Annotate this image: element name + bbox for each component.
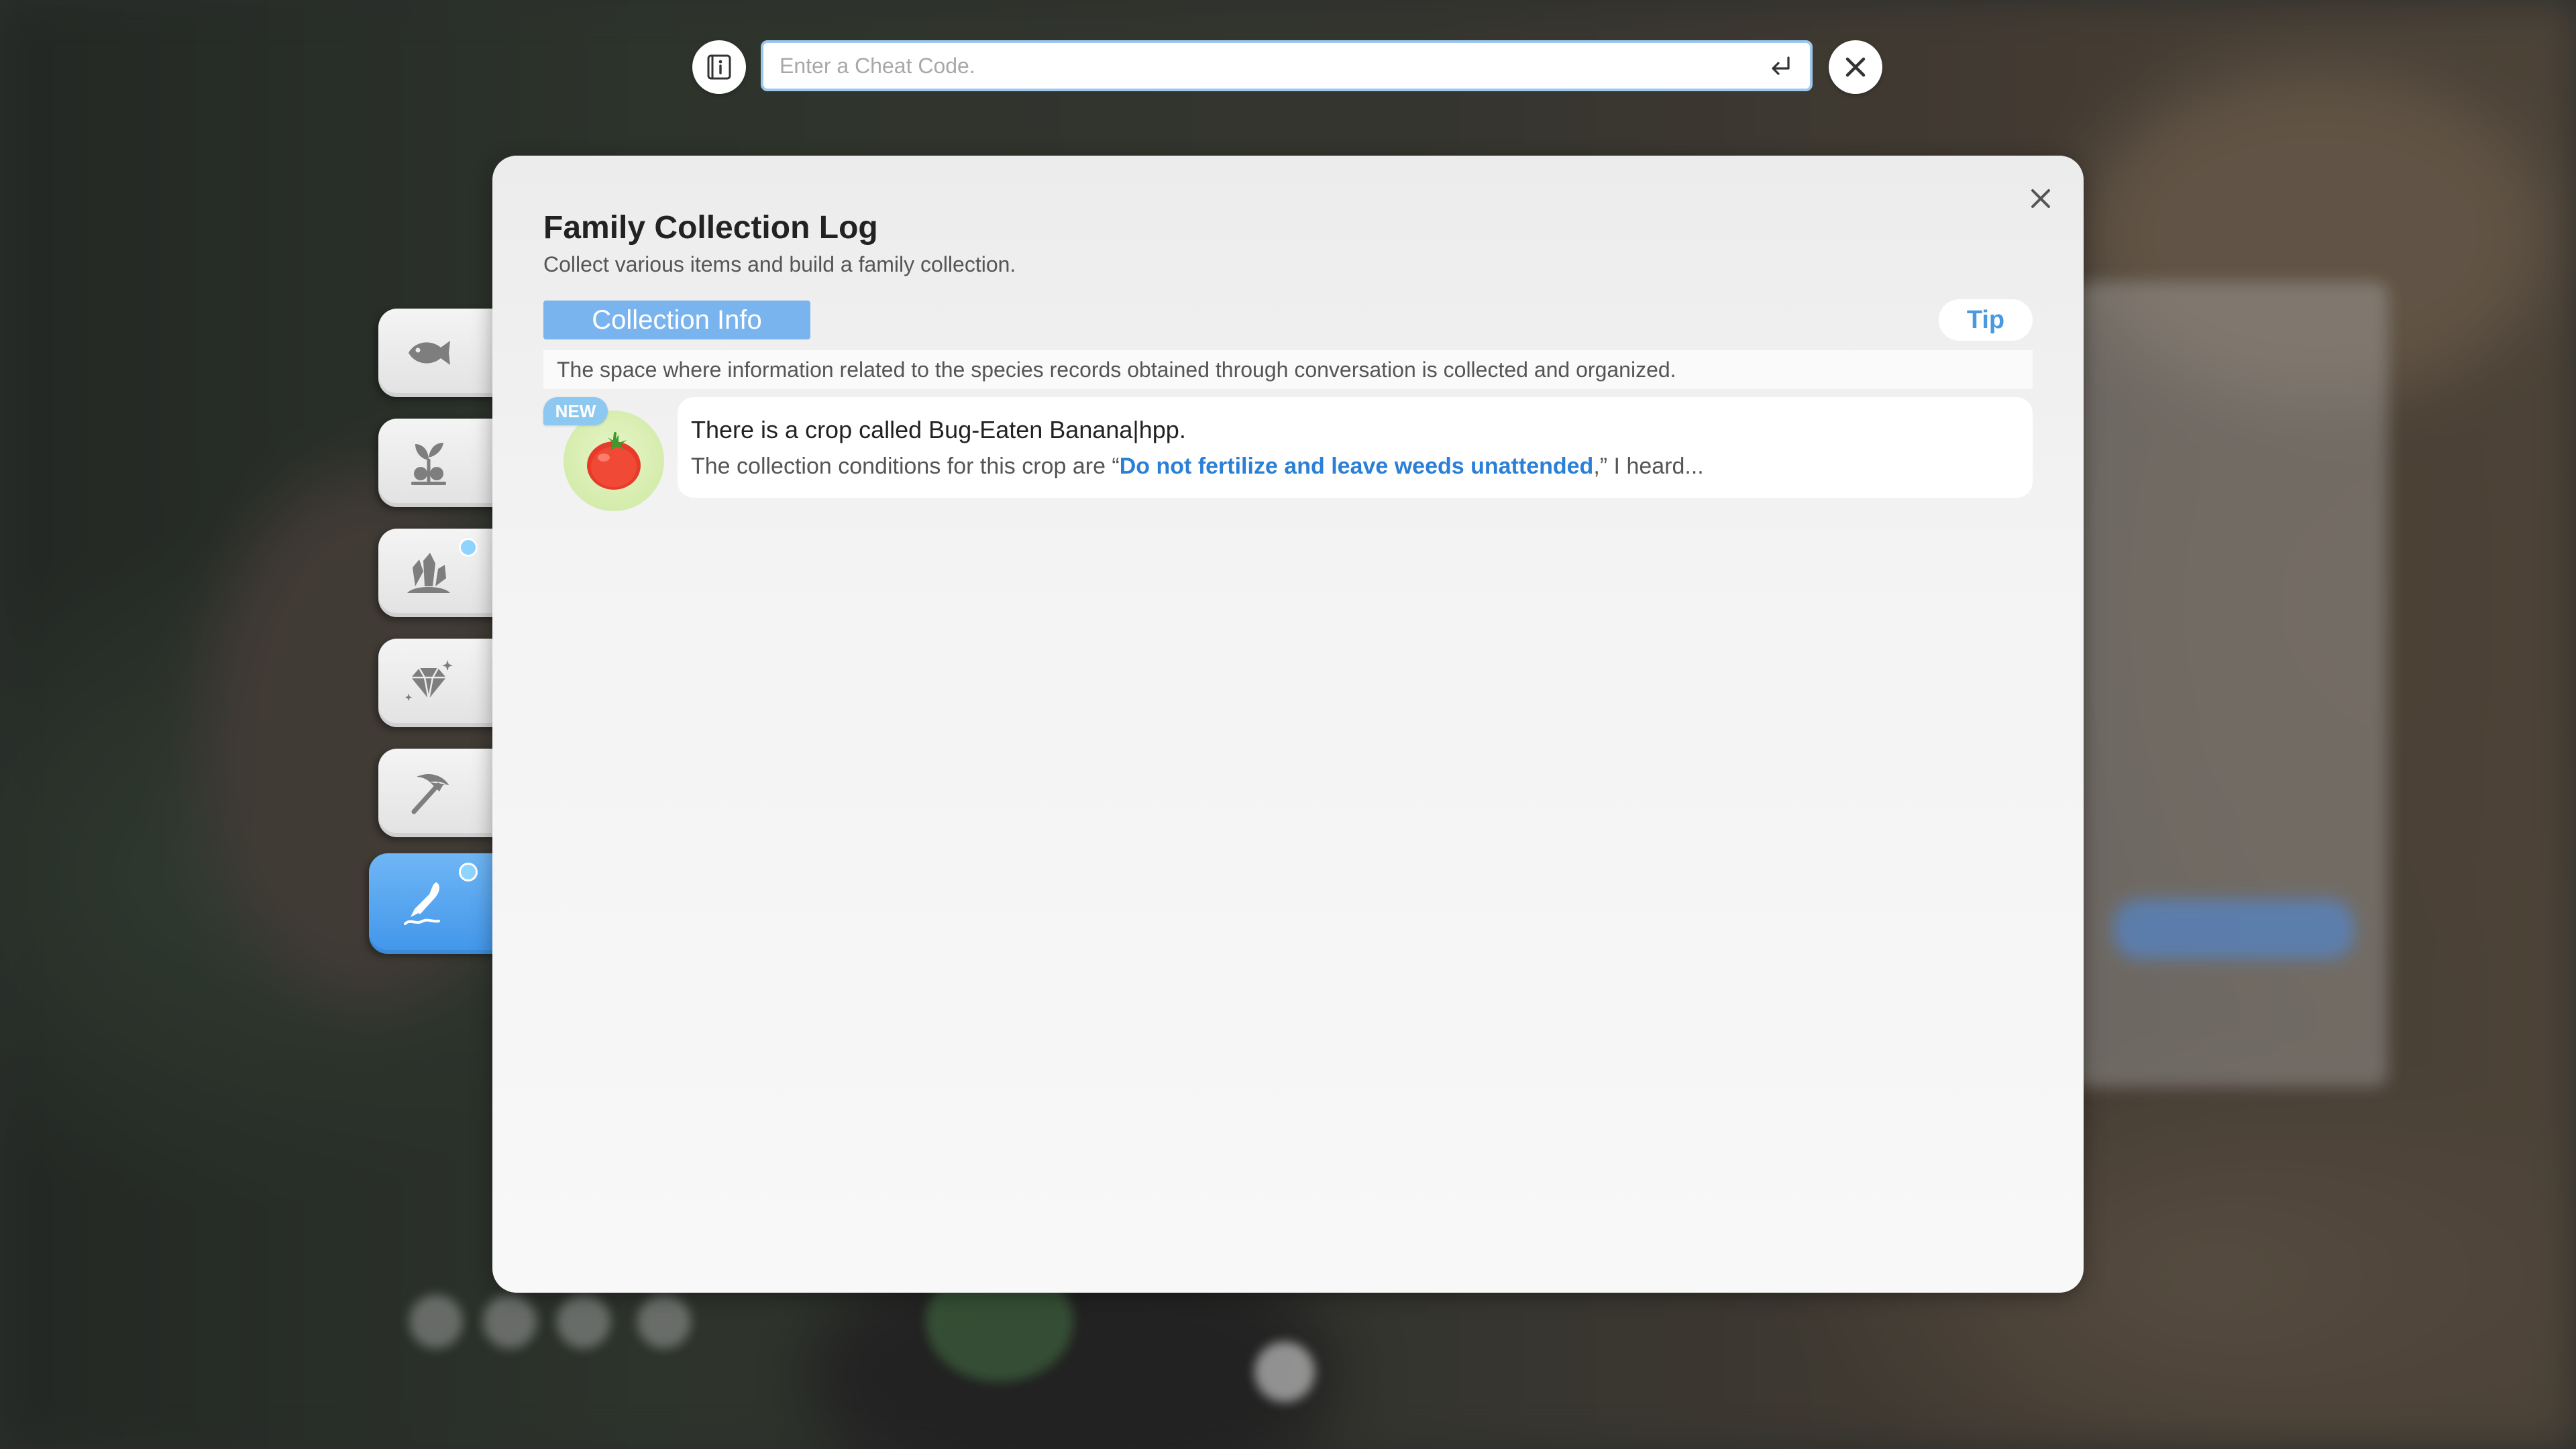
background-side-panel: [2073, 282, 2388, 1087]
collection-log-panel: Family Collection Log Collect various it…: [492, 156, 2084, 1293]
entry-condition-highlight: Do not fertilize and leave weeds unatten…: [1119, 453, 1594, 479]
info-book-icon: [707, 54, 731, 80]
new-badge: NEW: [543, 397, 608, 425]
blurred-hud: [0, 1261, 2576, 1449]
close-icon: [2031, 189, 2050, 208]
entry-description: The collection conditions for this crop …: [691, 453, 1704, 480]
page-title: Family Collection Log: [543, 210, 878, 246]
entry-desc-suffix: ,” I heard...: [1593, 453, 1704, 479]
cheat-close-button[interactable]: [1829, 40, 1882, 94]
quill-pen-icon: [404, 882, 440, 925]
return-arrow-icon[interactable]: [1766, 52, 1795, 82]
gem-icon: [405, 660, 453, 701]
tab-collection-log[interactable]: [369, 853, 499, 954]
page-subtitle: Collect various items and build a family…: [543, 252, 1016, 276]
entry-desc-prefix: The collection conditions for this crop …: [691, 453, 1120, 479]
new-indicator-dot: [459, 863, 478, 881]
tomato-icon: [587, 432, 641, 490]
tab-plants[interactable]: [378, 419, 499, 507]
entry-icon-frame: [564, 411, 664, 511]
background-panel-button: [2113, 899, 2355, 959]
tab-gems[interactable]: [378, 639, 499, 727]
cheat-code-input[interactable]: [761, 40, 1813, 91]
entry-card: There is a crop called Bug-Eaten Banana|…: [678, 397, 2033, 498]
new-indicator-dot: [459, 538, 478, 557]
game-screen: Family Collection Log Collect various it…: [0, 0, 2576, 1449]
plant-icon: [411, 443, 446, 485]
cheat-code-bar: [692, 39, 1883, 95]
tip-button[interactable]: Tip: [1939, 299, 2033, 341]
close-icon: [1845, 57, 1866, 77]
ore-crystal-icon: [407, 553, 450, 593]
tab-collection-info[interactable]: Collection Info: [543, 301, 810, 339]
tab-ores[interactable]: [378, 529, 499, 617]
panel-close-button[interactable]: [2022, 180, 2059, 217]
section-description: The space where information related to t…: [543, 350, 2033, 389]
entry-title: There is a crop called Bug-Eaten Banana|…: [691, 416, 1186, 443]
collection-entry[interactable]: NEW There is a crop called Bug-Eaten Ban…: [543, 397, 2033, 511]
pickaxe-icon: [411, 774, 449, 814]
cheat-info-button[interactable]: [692, 40, 746, 94]
tab-mining[interactable]: [378, 749, 499, 837]
tab-fish[interactable]: [378, 309, 499, 397]
fish-icon: [409, 341, 450, 365]
